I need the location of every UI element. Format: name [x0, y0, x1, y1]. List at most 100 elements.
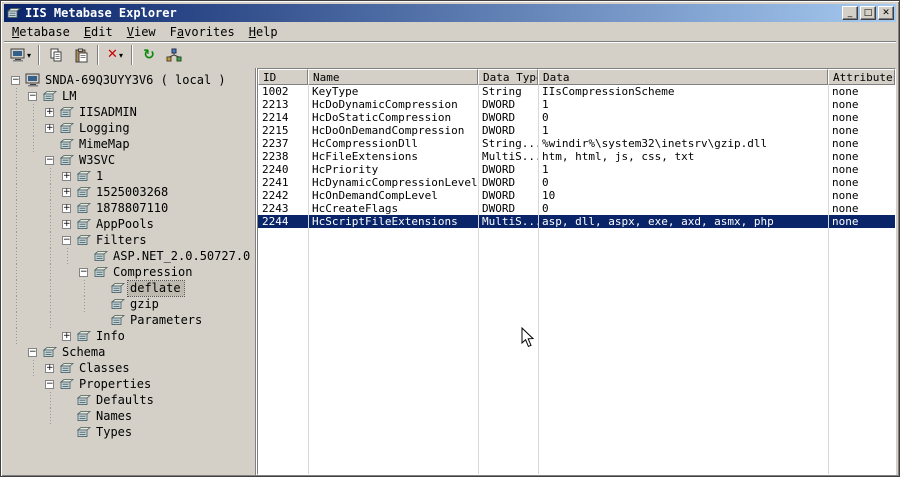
node-icon: [59, 138, 77, 150]
tree-item-mimemap[interactable]: MimeMap: [4, 136, 255, 152]
expand-icon[interactable]: +: [45, 123, 54, 133]
tree-item-snda-69q3uyy3v6-local[interactable]: − SNDA-69Q3UYY3V6 ( local ): [4, 72, 255, 88]
tree-item-gzip[interactable]: gzip: [4, 296, 255, 312]
tree-item-1[interactable]: +1: [4, 168, 255, 184]
tree-item-logging[interactable]: + Logging: [4, 120, 255, 136]
column-header-id[interactable]: ID: [258, 69, 308, 85]
tree-guide: [76, 296, 93, 312]
connect-button[interactable]: ▾: [7, 44, 34, 66]
tree-guide: [8, 344, 25, 360]
tree-guide: [42, 264, 59, 280]
maximize-button[interactable]: □: [860, 6, 876, 20]
tree-item-info[interactable]: + Info: [4, 328, 255, 344]
expander-cell: [59, 424, 76, 440]
tree-item-parameters[interactable]: Parameters: [4, 312, 255, 328]
table-row[interactable]: 2241 HcDynamicCompressionLevel DWORD 0 none: [258, 176, 895, 189]
tree-item-w3svc[interactable]: − W3SVC: [4, 152, 255, 168]
tree-guide: [42, 280, 59, 296]
tree-guide: [25, 120, 42, 136]
minimize-button[interactable]: _: [842, 6, 858, 20]
tree-item-lm[interactable]: − LM: [4, 88, 255, 104]
column-header-name[interactable]: Name: [308, 69, 478, 85]
expand-icon[interactable]: +: [62, 219, 71, 229]
tree-guide: [8, 184, 25, 200]
tree-item-apppools[interactable]: + AppPools: [4, 216, 255, 232]
network-button[interactable]: [162, 44, 186, 66]
expander-cell: −: [25, 344, 42, 360]
list-body: 1002 KeyType String IIsCompressionScheme non…: [258, 85, 895, 474]
tree-item-1878807110[interactable]: +1878807110: [4, 200, 255, 216]
column-header-data[interactable]: Data: [538, 69, 828, 85]
tree-guide: [25, 280, 42, 296]
table-row[interactable]: 1002 KeyType String IIsCompressionScheme non…: [258, 85, 895, 98]
tree-guide: [42, 312, 59, 328]
list-cell: HcDynamicCompressionLevel: [312, 176, 478, 189]
list-cell: MultiS...: [482, 150, 538, 163]
menu-view[interactable]: View: [120, 24, 163, 40]
table-row[interactable]: 2237 HcCompressionDll String... %windir%\sy…: [258, 137, 895, 150]
copy-button[interactable]: [44, 44, 68, 66]
collapse-icon[interactable]: −: [28, 91, 37, 101]
tree-item-filters[interactable]: − Filters: [4, 232, 255, 248]
table-row[interactable]: 2215 HcDoOnDemandCompression DWORD 1 none: [258, 124, 895, 137]
tree-guide: [76, 280, 93, 296]
table-row[interactable]: 2240 HcPriority DWORD 1 none: [258, 163, 895, 176]
collapse-icon[interactable]: −: [28, 347, 37, 357]
expand-icon[interactable]: +: [45, 363, 54, 373]
tree-guide: [59, 280, 76, 296]
tree-item-label: Logging: [79, 120, 130, 135]
list-cell: 10: [542, 189, 556, 202]
tree-item-iisadmin[interactable]: + IISADMIN: [4, 104, 255, 120]
menu-favorites[interactable]: Favorites: [163, 24, 242, 40]
expand-icon[interactable]: +: [62, 171, 71, 181]
tree-item-classes[interactable]: + Classes: [4, 360, 255, 376]
column-header-attributes[interactable]: Attributes: [828, 69, 895, 85]
collapse-icon[interactable]: −: [62, 235, 71, 245]
title-bar[interactable]: IIS Metabase Explorer _ □ ✕: [4, 4, 896, 22]
list-cell: DWORD: [482, 98, 516, 111]
tree-guide: [76, 312, 93, 328]
tree-item-label: 1878807110: [96, 200, 169, 215]
close-button[interactable]: ✕: [878, 6, 894, 20]
table-row[interactable]: 2213 HcDoDynamicCompression DWORD 1 none: [258, 98, 895, 111]
list-cell: DWORD: [482, 176, 516, 189]
collapse-icon[interactable]: −: [11, 75, 20, 85]
delete-button[interactable]: ✕ ▾: [103, 44, 127, 66]
tree-item-names[interactable]: Names: [4, 408, 255, 424]
expand-icon[interactable]: +: [62, 203, 71, 213]
table-row[interactable]: 2214 HcDoStaticCompression DWORD 0 none: [258, 111, 895, 124]
tree-guide: [8, 328, 25, 344]
menu-edit[interactable]: Edit: [77, 24, 120, 40]
dropdown-arrow-icon[interactable]: ▾: [27, 51, 31, 60]
list-cell: 2242: [262, 189, 289, 202]
tree-item-compression[interactable]: − Compression: [4, 264, 255, 280]
tree-item-asp-net-2-0-50727-0[interactable]: ASP.NET_2.0.50727.0: [4, 248, 255, 264]
tree-item-deflate[interactable]: deflate: [4, 279, 255, 297]
expand-icon[interactable]: +: [62, 187, 71, 197]
node-icon: [76, 186, 94, 198]
node-icon: [76, 394, 94, 406]
collapse-icon[interactable]: −: [79, 267, 88, 277]
list-cell: 1: [542, 98, 549, 111]
tree-item-schema[interactable]: − Schema: [4, 344, 255, 360]
expand-icon[interactable]: +: [45, 107, 54, 117]
tree-item-label: gzip: [130, 296, 159, 311]
table-row[interactable]: 2242 HcOnDemandCompLevel DWORD 10 none: [258, 189, 895, 202]
refresh-button[interactable]: ↻: [137, 44, 161, 66]
collapse-icon[interactable]: −: [45, 379, 54, 389]
expand-icon[interactable]: +: [62, 331, 71, 341]
table-row[interactable]: 2243 HcCreateFlags DWORD 0 none: [258, 202, 895, 215]
tree-item-defaults[interactable]: Defaults: [4, 392, 255, 408]
collapse-icon[interactable]: −: [45, 155, 54, 165]
table-row[interactable]: 2244 HcScriptFileExtensions MultiS... asp, …: [258, 215, 895, 228]
menu-help[interactable]: Help: [242, 24, 285, 40]
paste-button[interactable]: [69, 44, 93, 66]
tree-item-types[interactable]: Types: [4, 424, 255, 440]
dropdown-arrow-icon[interactable]: ▾: [119, 51, 123, 60]
node-icon: [76, 202, 94, 214]
column-header-data-type[interactable]: Data Type: [478, 69, 538, 85]
tree-item-1525003268[interactable]: +1525003268: [4, 184, 255, 200]
menu-metabase[interactable]: Metabase: [5, 24, 77, 40]
tree-item-properties[interactable]: − Properties: [4, 376, 255, 392]
table-row[interactable]: 2238 HcFileExtensions MultiS... htm, html, …: [258, 150, 895, 163]
